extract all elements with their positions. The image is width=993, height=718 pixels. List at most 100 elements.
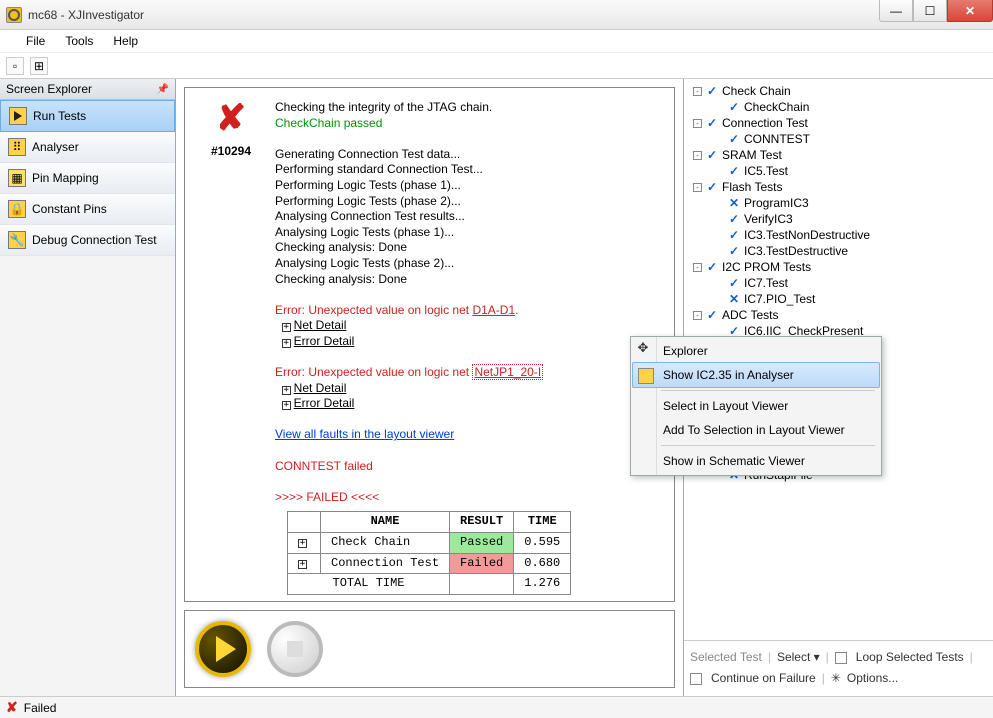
tree-item[interactable]: -✓Flash Tests <box>686 179 991 195</box>
options-button[interactable]: Options... <box>847 668 898 690</box>
tree-item[interactable]: -✓ADC Tests <box>686 307 991 323</box>
tree-item[interactable]: ✓IC5.Test <box>686 163 991 179</box>
sidebar-title: Screen Explorer <box>6 82 92 96</box>
view-all-faults-link[interactable]: View all faults in the layout viewer <box>275 427 454 441</box>
sidebar-item-constant-pins[interactable]: 🔒 Constant Pins <box>0 194 175 225</box>
grid-icon: ⠿ <box>8 138 26 156</box>
pin-icon[interactable]: 📌 <box>157 84 169 95</box>
context-item-label: Explorer <box>663 344 708 358</box>
stop-button[interactable] <box>267 621 323 677</box>
context-item-explorer[interactable]: Explorer <box>633 339 879 363</box>
tree-item[interactable]: -✓Connection Test <box>686 115 991 131</box>
tree-item[interactable]: ✓CheckChain <box>686 99 991 115</box>
expand-row[interactable]: + <box>288 553 321 574</box>
tree-item[interactable]: ✓CONNTEST <box>686 131 991 147</box>
check-icon: ✓ <box>705 308 719 322</box>
plus-icon: + <box>282 386 291 395</box>
menu-bar: File Tools Help <box>0 30 993 52</box>
check-icon: ✓ <box>727 228 741 242</box>
expand-net-detail[interactable]: +Net Detail <box>275 318 662 334</box>
context-item-add-layout[interactable]: Add To Selection in Layout Viewer <box>633 418 879 442</box>
context-separator <box>661 390 875 391</box>
expand-toggle[interactable]: - <box>693 119 702 128</box>
tree-item-label: IC7.PIO_Test <box>744 292 815 306</box>
wrench-icon: 🔧 <box>8 231 26 249</box>
sidebar-item-analyser[interactable]: ⠿ Analyser <box>0 132 175 163</box>
context-item-label: Show IC2.35 in Analyser <box>663 368 794 382</box>
select-dropdown[interactable]: Select ▾ <box>777 647 820 669</box>
tree-item[interactable]: -✓SRAM Test <box>686 147 991 163</box>
error-net-link[interactable]: NetJP1_20-I <box>472 364 543 380</box>
continue-label: Continue on Failure <box>711 668 816 690</box>
tree-item[interactable]: ✓IC7.Test <box>686 275 991 291</box>
conntest-failed: CONNTEST failed <box>275 459 662 475</box>
tree-item[interactable]: ✓IC3.TestDestructive <box>686 243 991 259</box>
context-item-show-analyser[interactable]: Show IC2.35 in Analyser <box>632 362 880 388</box>
context-menu: Explorer Show IC2.35 in Analyser Select … <box>630 336 882 476</box>
run-id: #10294 <box>199 144 263 160</box>
expand-toggle[interactable]: - <box>693 87 702 96</box>
expand-row[interactable]: + <box>288 533 321 554</box>
error-line: Error: Unexpected value on logic net D1A… <box>275 303 662 319</box>
grid-icon <box>638 368 654 384</box>
expand-toggle[interactable]: - <box>693 183 702 192</box>
loop-checkbox[interactable] <box>835 652 847 664</box>
error-line: Error: Unexpected value on logic net Net… <box>275 365 662 381</box>
divider: | <box>768 647 771 669</box>
tree-item[interactable]: ✕IC7.PIO_Test <box>686 291 991 307</box>
menu-tools[interactable]: Tools <box>57 32 101 50</box>
menu-file[interactable]: File <box>18 32 53 50</box>
toolbar-button-1[interactable]: ▫ <box>6 57 24 75</box>
error-prefix: Error: Unexpected value on logic net <box>275 365 472 379</box>
check-icon: ✓ <box>727 212 741 226</box>
tree-item-label: Check Chain <box>722 84 791 98</box>
tree-item-label: CheckChain <box>744 100 809 114</box>
context-item-show-schematic[interactable]: Show in Schematic Viewer <box>633 449 879 473</box>
tree-item[interactable]: ✓VerifyIC3 <box>686 211 991 227</box>
sidebar-item-run-tests[interactable]: Run Tests <box>0 100 175 132</box>
output-log: ✘ #10294 Checking the integrity of the J… <box>184 87 675 602</box>
plus-icon: + <box>282 339 291 348</box>
continue-checkbox[interactable] <box>690 673 702 685</box>
status-bar: ✘ Failed <box>0 696 993 718</box>
context-item-select-layout[interactable]: Select in Layout Viewer <box>633 394 879 418</box>
context-item-label: Show in Schematic Viewer <box>663 454 805 468</box>
tree-item-label: Connection Test <box>722 116 808 130</box>
gear-icon: ✳ <box>831 668 841 690</box>
control-bar <box>184 610 675 688</box>
toolbar-button-2[interactable]: ⊞ <box>30 57 48 75</box>
tree-item[interactable]: ✕ProgramIC3 <box>686 195 991 211</box>
error-net-link[interactable]: D1A-D1 <box>472 303 515 317</box>
minimize-button[interactable]: — <box>879 0 913 22</box>
error-detail-link: Error Detail <box>294 396 355 410</box>
log-line: Analysing Logic Tests (phase 2)... <box>275 256 662 272</box>
expand-net-detail[interactable]: +Net Detail <box>275 381 662 397</box>
tree-item-label: SRAM Test <box>722 148 782 162</box>
maximize-button[interactable]: ☐ <box>913 0 947 22</box>
cell-result: Passed <box>450 533 514 554</box>
context-separator <box>661 445 875 446</box>
menu-help[interactable]: Help <box>105 32 146 50</box>
table-header-time: TIME <box>514 512 571 533</box>
run-button[interactable] <box>195 621 251 677</box>
expand-error-detail[interactable]: +Error Detail <box>275 396 662 412</box>
log-line: Analysing Connection Test results... <box>275 209 662 225</box>
cell-time: 0.595 <box>514 533 571 554</box>
check-icon: ✓ <box>727 276 741 290</box>
expand-toggle[interactable]: - <box>693 263 702 272</box>
status-fail-icon: ✘ <box>6 699 18 716</box>
expand-toggle[interactable]: - <box>693 151 702 160</box>
close-button[interactable]: ✕ <box>947 0 993 22</box>
tree-item[interactable]: -✓Check Chain <box>686 83 991 99</box>
tree-item[interactable]: -✓I2C PROM Tests <box>686 259 991 275</box>
sidebar-header: Screen Explorer 📌 <box>0 79 175 100</box>
tree-item[interactable]: ✓IC3.TestNonDestructive <box>686 227 991 243</box>
expand-toggle[interactable]: - <box>693 311 702 320</box>
check-icon: ✓ <box>727 100 741 114</box>
expand-error-detail[interactable]: +Error Detail <box>275 334 662 350</box>
sidebar-item-pin-mapping[interactable]: ▦ Pin Mapping <box>0 163 175 194</box>
table-row: + Check Chain Passed 0.595 <box>288 533 571 554</box>
sidebar-item-debug-connection-test[interactable]: 🔧 Debug Connection Test <box>0 225 175 256</box>
context-item-label: Add To Selection in Layout Viewer <box>663 423 845 437</box>
log-line: Performing Logic Tests (phase 2)... <box>275 194 662 210</box>
